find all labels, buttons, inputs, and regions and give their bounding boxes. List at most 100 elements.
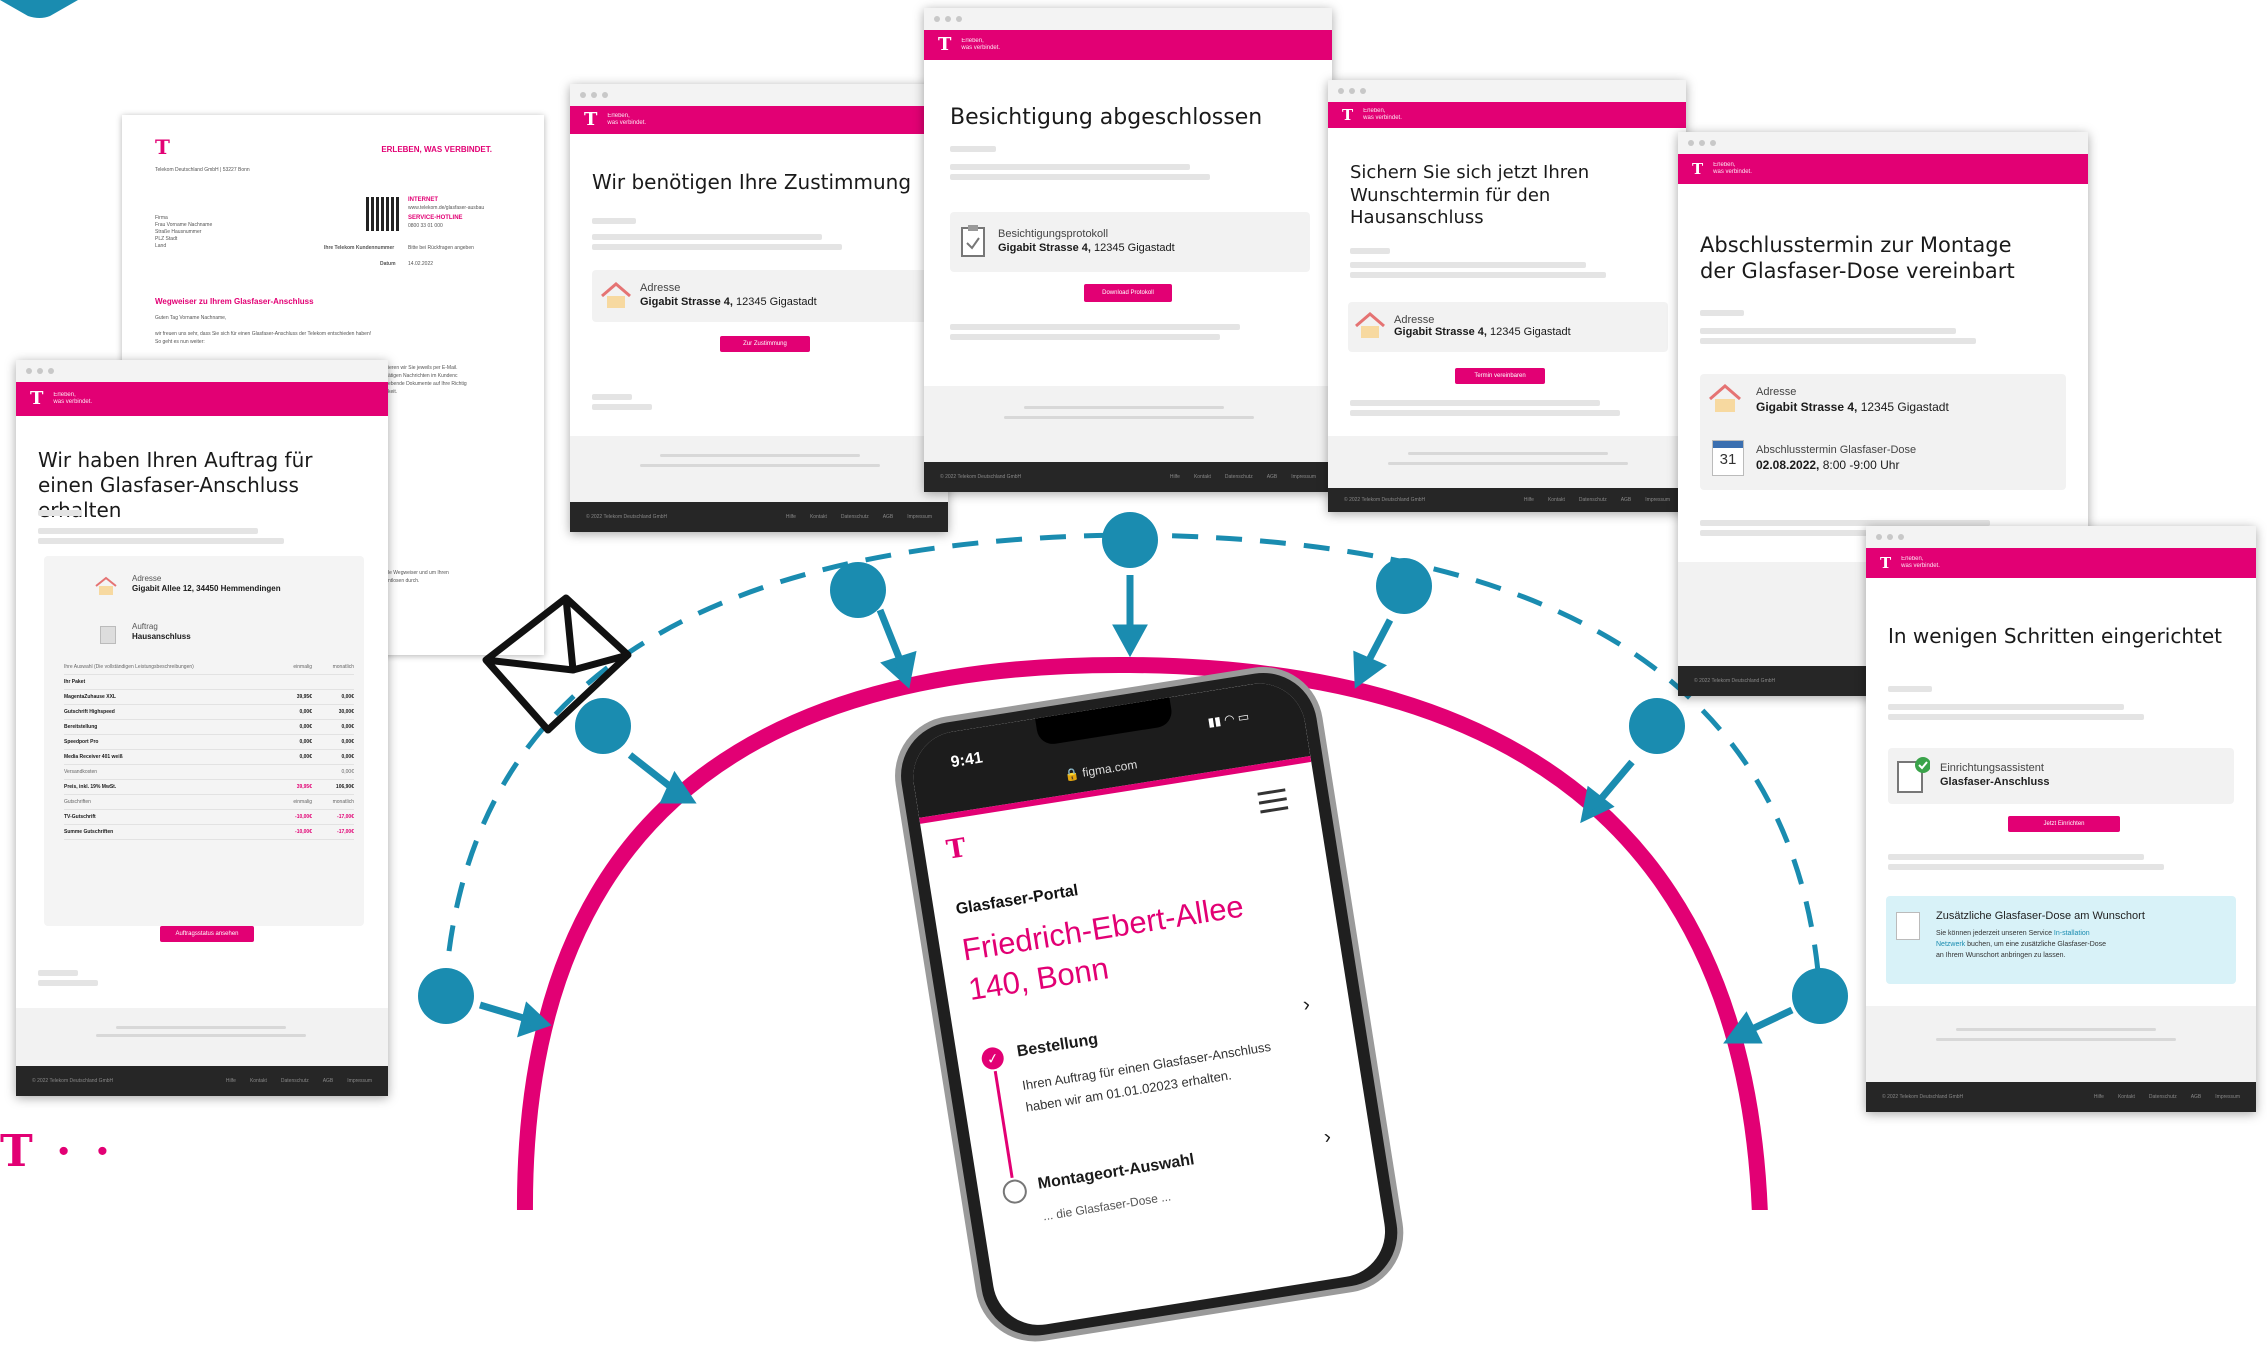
letter-headline: Wegweiser zu Ihrem Glasfaser-Anschluss [155, 297, 314, 306]
telekom-logo: T [944, 833, 969, 866]
protocol-value: Gigabit Strasse 4, 12345 Gigastadt [998, 242, 1175, 254]
letter-slogan: ERLEBEN, WAS VERBINDET. [381, 145, 492, 154]
house-icon [601, 282, 631, 308]
footer-link[interactable]: Kontakt [2118, 1094, 2135, 1100]
clipboard-check-icon [1897, 757, 1930, 793]
footer-link[interactable]: Impressum [1291, 474, 1316, 480]
footer-link[interactable]: AGB [1267, 474, 1278, 480]
telekom-logo: T [30, 388, 44, 409]
internet-url: www.telekom.de/glasfaser-ausbau [408, 205, 485, 211]
email-title: Sichern Sie sich jetzt Ihren Wunschtermi… [1350, 162, 1590, 228]
step-montageort[interactable]: Montageort-Auswahl [1037, 1151, 1196, 1194]
table-cell: -17,00€ [337, 829, 354, 835]
footer-link[interactable]: Datenschutz [841, 514, 869, 520]
addr-label: Adresse [132, 574, 162, 583]
footer-link[interactable]: Impressum [907, 514, 932, 520]
addr-value: Gigabit Strasse 4, 12345 Gigastadt [1756, 400, 1949, 414]
hamburger-menu-icon[interactable] [1257, 788, 1289, 814]
table-row: Media Receiver 401 weiß 0,00€ 0,00€ [64, 750, 354, 765]
info-title: Zusätzliche Glasfaser-Dose am Wunschort [1936, 910, 2145, 922]
footer-link[interactable]: Hilfe [1170, 474, 1180, 480]
footer-copyright: © 2022 Telekom Deutschland GmbH [1344, 497, 1426, 503]
step-bestellung[interactable]: Bestellung [1016, 1031, 1100, 1062]
chevron-right-icon[interactable]: › [1322, 1126, 1332, 1150]
order-status-button[interactable]: Auftragsstatus ansehen [160, 926, 254, 942]
hotline-number: 0800 33 01 000 [408, 223, 443, 229]
table-cell: -10,00€ [295, 814, 312, 820]
journey-node-4 [1102, 512, 1158, 568]
footer-link[interactable]: Datenschutz [1225, 474, 1253, 480]
table-row: Gutschriften einmalig monatlich [64, 795, 354, 810]
footer-link[interactable]: Hilfe [2094, 1094, 2104, 1100]
footer-copyright: © 2022 Telekom Deutschland GmbH [586, 514, 668, 520]
table-cell: TV-Gutschrift [64, 814, 96, 820]
table-cell [270, 679, 312, 685]
footer-link[interactable]: AGB [883, 514, 894, 520]
table-cell: 30,00€ [338, 709, 354, 715]
footer-link[interactable]: Datenschutz [2149, 1094, 2177, 1100]
order-value: Hausanschluss [132, 632, 191, 641]
table-row: Ihr Paket [64, 675, 354, 690]
letter-side-5: le Wegweiser und um Ihren [388, 570, 449, 576]
letter-side-1: ieren wir Sie jeweils per E-Mail. [388, 365, 458, 371]
info-link[interactable]: Netzwerk [1936, 941, 1965, 948]
email-setup-steps: T Erleben, was verbindet. In wenigen Schr… [1866, 526, 2256, 1112]
table-cell [270, 769, 312, 775]
footer-link[interactable]: AGB [1621, 497, 1632, 503]
footer-link[interactable]: Impressum [347, 1078, 372, 1084]
addr-label: Adresse [1394, 314, 1435, 326]
table-cell [312, 679, 354, 685]
brand-tagline: Erleben, was verbindet. [1713, 162, 1752, 175]
table-row: Bereitstellung 0,00€ 0,00€ [64, 720, 354, 735]
footer-link[interactable]: Kontakt [810, 514, 827, 520]
letter-side-3: ebende Dokumente auf Ihre Richtig [388, 381, 467, 387]
table-cell: Media Receiver 401 weiß [64, 754, 123, 760]
journey-node-6 [1629, 698, 1685, 754]
brand-tagline: Erleben, was verbindet. [1901, 556, 1940, 569]
letter-side-6: ntlosen durch. [388, 578, 420, 584]
email-title: Wir haben Ihren Auftrag für einen Glasfa… [38, 448, 313, 522]
info-link[interactable]: In-stallation [2054, 930, 2090, 937]
calendar-day: 31 [1719, 451, 1737, 468]
footer-link[interactable]: AGB [2191, 1094, 2202, 1100]
table-cell: 0,00€ [341, 724, 354, 730]
table-cell: 0,00€ [341, 739, 354, 745]
clipboard-icon [961, 225, 985, 257]
table-cell: Ihr Paket [64, 679, 86, 685]
table-cell: Gutschriften [64, 799, 91, 805]
consent-button[interactable]: Zur Zustimmung [720, 336, 810, 352]
footer-link[interactable]: Hilfe [226, 1078, 236, 1084]
info-text: Sie können jederzeit unseren Service In-… [1936, 930, 2107, 959]
download-protocol-button[interactable]: Download Protokoll [1084, 284, 1172, 302]
setup-now-button[interactable]: Jetzt Einrichten [2008, 816, 2120, 832]
table-row: Preis, inkl. 19% MwSt. 39,95€ 106,90€ [64, 780, 354, 795]
table-cell: 39,95€ [296, 694, 312, 700]
footer-link[interactable]: Datenschutz [281, 1078, 309, 1084]
footer-link[interactable]: Kontakt [1548, 497, 1565, 503]
chevron-right-icon[interactable]: › [1301, 993, 1311, 1017]
book-appointment-button[interactable]: Termin vereinbaren [1455, 368, 1545, 384]
letter-side-2: ätigen Nachrichten im Kundenc [388, 373, 458, 379]
addr-label: Adresse [1756, 386, 1797, 398]
footer-link[interactable]: Kontakt [250, 1078, 267, 1084]
footer-link[interactable]: Hilfe [786, 514, 796, 520]
footer-link[interactable]: Impressum [2215, 1094, 2240, 1100]
addr-value: Gigabit Allee 12, 34450 Hemmendingen [132, 584, 281, 593]
email-consent-required: T Erleben, was verbindet. Wir benötigen I… [570, 84, 948, 532]
window-chrome [16, 360, 388, 382]
footer-link[interactable]: Datenschutz [1579, 497, 1607, 503]
phone-mockup: 9:41 ▮▮ ◠ ▭ 🔒 figma.com T Glasfaser-Port… [886, 641, 1513, 1350]
url-text: figma.com [1081, 757, 1139, 780]
date-value: 02.08.2022, 8:00 -9:00 Uhr [1756, 458, 1900, 472]
footer-link[interactable]: Impressum [1645, 497, 1670, 503]
footer-copyright: © 2022 Telekom Deutschland GmbH [1694, 678, 1776, 684]
date-label: Datum [380, 261, 396, 267]
url-bar[interactable]: 🔒 figma.com [1063, 757, 1138, 782]
email-title: Besichtigung abgeschlossen [950, 105, 1263, 130]
addr-label: Adresse [640, 282, 681, 294]
footer-link[interactable]: Kontakt [1194, 474, 1211, 480]
footer-link[interactable]: AGB [323, 1078, 334, 1084]
table-cell: Versandkosten [64, 769, 98, 775]
table-cell: 39,95€ [296, 784, 312, 790]
footer-link[interactable]: Hilfe [1524, 497, 1534, 503]
